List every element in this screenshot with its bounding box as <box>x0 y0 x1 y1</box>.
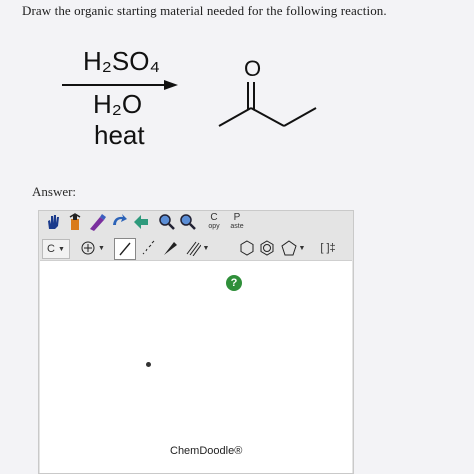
copy-label-bottom: opy <box>208 223 220 230</box>
reagent-sulfuric-acid: H₂SO₄ <box>83 46 161 76</box>
reagent-water: H₂O <box>93 89 143 119</box>
multiple-bond-tool[interactable]: ▼ <box>182 239 212 257</box>
canvas-atom-dot <box>146 362 151 367</box>
chevron-down-icon: ▼ <box>58 245 65 253</box>
flip-icon[interactable] <box>132 213 150 231</box>
lasso-icon[interactable] <box>66 213 84 231</box>
benzene-icon[interactable] <box>258 239 276 257</box>
wedge-bond-tool[interactable] <box>160 239 180 257</box>
reagent-heat: heat <box>94 120 145 150</box>
chevron-down-icon: ▼ <box>98 244 105 252</box>
hand-icon[interactable] <box>44 213 62 231</box>
answer-label: Answer: <box>32 184 77 199</box>
chemdoodle-brand: ChemDoodle® <box>170 445 243 457</box>
carbonyl-oxygen-label: O <box>244 56 261 81</box>
single-bond-tool[interactable] <box>114 238 136 260</box>
paste-label-bottom: aste <box>230 223 244 230</box>
product-ketone-structure: O <box>218 56 317 127</box>
rotate-icon[interactable] <box>110 213 128 231</box>
help-icon[interactable]: ? <box>226 275 242 291</box>
paste-button[interactable]: P aste <box>227 211 247 233</box>
cyclopentane-icon[interactable]: ▼ <box>278 239 308 257</box>
editor-toolbar-bottom: C ▼ ▼ ▼ ▼ [ ]‡ <box>40 236 346 260</box>
bracket-charge-tool[interactable]: [ ]‡ <box>316 239 340 257</box>
eraser-icon[interactable] <box>88 213 106 231</box>
zoom-out-icon[interactable] <box>179 213 197 231</box>
copy-label-top: C <box>210 212 218 223</box>
zoom-in-icon[interactable] <box>158 213 176 231</box>
cyclohexane-icon[interactable] <box>238 239 256 257</box>
hashed-bond-tool[interactable] <box>138 239 158 257</box>
element-label: C <box>47 243 55 255</box>
chevron-down-icon: ▼ <box>202 244 210 252</box>
charge-plus-tool[interactable]: ▼ <box>80 239 106 257</box>
element-select[interactable]: C ▼ <box>42 239 70 259</box>
question-text: Draw the organic starting material neede… <box>22 3 387 18</box>
copy-button[interactable]: C opy <box>204 211 224 233</box>
drawing-canvas[interactable] <box>40 260 352 473</box>
chevron-down-icon: ▼ <box>298 244 306 252</box>
editor-toolbar-top: C opy P aste <box>44 210 344 236</box>
paste-label-top: P <box>233 212 241 223</box>
